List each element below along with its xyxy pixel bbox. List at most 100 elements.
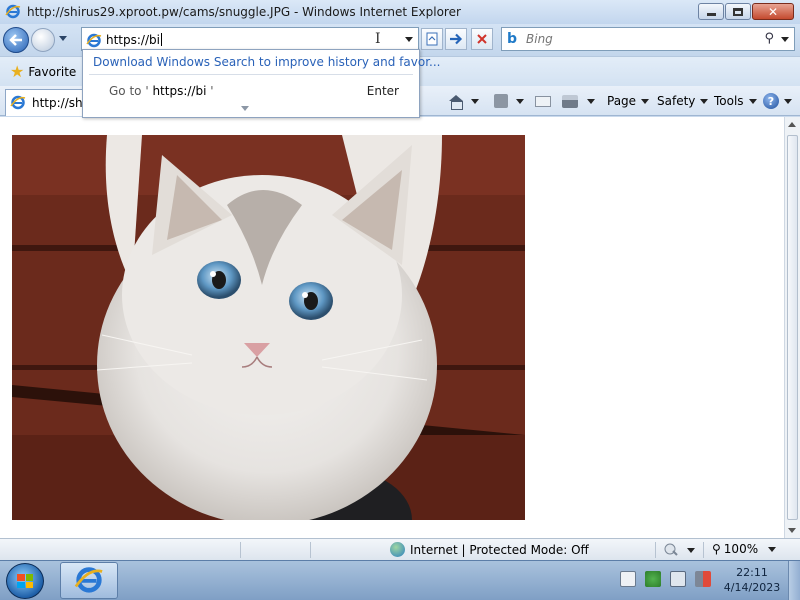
ie-icon — [74, 564, 104, 597]
page-menu-label: Page — [607, 94, 637, 108]
print-button[interactable] — [562, 91, 595, 111]
help-button[interactable]: ? — [763, 91, 792, 111]
tools-menu-button[interactable]: Tools — [714, 91, 757, 111]
address-value: https://bi — [106, 33, 160, 47]
address-bar[interactable]: https://bi I — [81, 27, 419, 51]
taskbar-ie-button[interactable] — [60, 562, 118, 599]
action-center-icon[interactable] — [620, 571, 636, 587]
goto-prefix: Go to ' — [109, 84, 149, 98]
bing-icon: b — [507, 31, 518, 47]
search-input[interactable] — [526, 31, 756, 47]
home-button[interactable] — [449, 91, 479, 111]
stop-icon — [477, 34, 487, 44]
text-caret — [160, 33, 162, 46]
enter-hint: Enter — [366, 84, 399, 98]
compatibility-view-button[interactable] — [421, 28, 443, 50]
status-divider — [703, 542, 704, 558]
pop-up-icon — [663, 542, 679, 559]
safety-menu-button[interactable]: Safety — [657, 91, 709, 111]
windows-search-link[interactable]: Download Windows Search to improve histo… — [93, 55, 440, 69]
help-icon: ? — [763, 93, 779, 109]
compatibility-view-icon — [426, 32, 438, 46]
search-options-dropdown[interactable] — [781, 37, 789, 42]
read-mail-icon — [535, 95, 551, 107]
chevron-down-icon — [700, 98, 709, 104]
scroll-down-icon[interactable] — [788, 528, 796, 533]
zoom-dropdown[interactable] — [768, 547, 776, 552]
security-zone[interactable]: Internet | Protected Mode: Off — [390, 542, 589, 557]
address-autocomplete-dropdown: Download Windows Search to improve histo… — [82, 49, 440, 118]
chevron-down-icon — [748, 98, 757, 104]
feeds-button[interactable] — [494, 91, 524, 111]
goto-suggestion[interactable]: Go to ' https://bi ' — [109, 84, 214, 98]
volume-muted-icon[interactable] — [695, 571, 711, 587]
page-menu-button[interactable]: Page — [607, 91, 650, 111]
address-dropdown-button[interactable] — [400, 28, 418, 50]
recent-pages-dropdown[interactable] — [59, 36, 67, 41]
rss-icon — [494, 94, 508, 108]
search-box[interactable]: b ⚲ — [501, 27, 795, 51]
status-bar: Internet | Protected Mode: Off ⚲ 100% — [0, 538, 800, 560]
clock[interactable]: 22:11 4/14/2023 — [722, 565, 782, 595]
home-icon — [449, 94, 463, 110]
taskbar: 22:11 4/14/2023 — [0, 560, 800, 600]
status-divider — [310, 542, 311, 558]
expand-suggestions-icon[interactable] — [241, 106, 249, 111]
status-divider — [240, 542, 241, 558]
network-icon[interactable] — [670, 571, 686, 587]
status-divider — [655, 542, 656, 558]
security-check-icon[interactable] — [645, 571, 661, 587]
back-icon — [9, 34, 22, 46]
clock-time: 22:11 — [736, 566, 768, 579]
system-tray — [620, 571, 720, 587]
go-arrow-icon — [450, 33, 463, 45]
goto-suffix: ' — [210, 84, 214, 98]
ibeam-cursor-icon: I — [375, 31, 381, 47]
chevron-down-icon — [641, 98, 650, 104]
ie-icon — [5, 3, 21, 22]
safety-menu-label: Safety — [657, 94, 696, 108]
minimize-button[interactable] — [698, 3, 724, 20]
goto-url: https://bi — [152, 84, 207, 98]
chevron-down-icon — [687, 548, 695, 553]
favorites-button[interactable]: ★ Favorite — [10, 62, 76, 81]
add-ons-status[interactable] — [663, 542, 695, 559]
show-desktop-button[interactable] — [788, 561, 800, 600]
start-button[interactable] — [6, 563, 44, 599]
page-content — [0, 117, 784, 538]
restore-button[interactable] — [725, 3, 751, 20]
tab-label: http://shi — [32, 96, 86, 110]
help-dropdown-icon — [784, 98, 792, 104]
tab-ie-icon — [10, 94, 26, 113]
go-button[interactable] — [445, 28, 467, 50]
vertical-scrollbar[interactable] — [784, 117, 800, 538]
title-bar: http://shirus29.xproot.pw/cams/snuggle.J… — [0, 0, 800, 24]
search-icon[interactable]: ⚲ — [764, 31, 774, 46]
tools-menu-label: Tools — [714, 94, 744, 108]
scrollbar-thumb[interactable] — [787, 135, 798, 520]
restore-icon — [733, 7, 743, 16]
chevron-down-icon — [405, 36, 413, 42]
read-mail-button[interactable] — [535, 91, 551, 111]
globe-icon — [390, 542, 405, 557]
windows-logo-icon — [17, 574, 33, 588]
address-input[interactable]: https://bi — [106, 33, 162, 47]
zone-text: Internet | Protected Mode: Off — [410, 542, 589, 557]
star-icon: ★ — [10, 62, 25, 81]
forward-button[interactable] — [31, 28, 55, 52]
zoom-control[interactable]: ⚲ 100% — [712, 542, 758, 556]
kitten-photo — [12, 135, 525, 520]
scroll-up-icon[interactable] — [788, 122, 796, 127]
back-button[interactable] — [3, 27, 29, 53]
close-icon: ✕ — [767, 4, 779, 19]
stop-button[interactable] — [471, 28, 493, 50]
feeds-dropdown-icon — [516, 98, 524, 104]
minimize-icon — [706, 13, 716, 16]
close-button[interactable]: ✕ — [752, 3, 794, 20]
zoom-level: 100% — [723, 542, 759, 556]
print-icon — [562, 94, 578, 108]
favorites-label: Favorite — [28, 64, 77, 79]
divider — [89, 74, 413, 75]
clock-date: 4/14/2023 — [723, 581, 781, 594]
window-title: http://shirus29.xproot.pw/cams/snuggle.J… — [27, 5, 461, 19]
